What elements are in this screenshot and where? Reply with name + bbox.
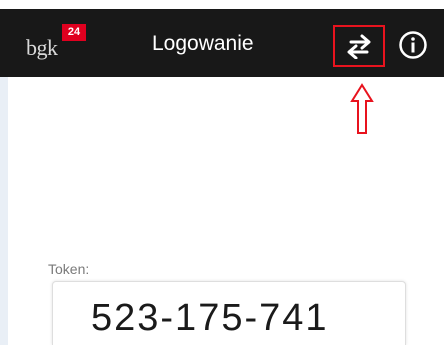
- swap-arrows-icon[interactable]: [343, 33, 375, 59]
- info-icon[interactable]: [398, 30, 428, 60]
- token-display: 523-175-741: [52, 281, 406, 345]
- page-title: Logowanie: [152, 32, 254, 55]
- bgk24-logo: bgk 24: [26, 24, 86, 66]
- token-value: 523-175-741: [91, 297, 329, 339]
- token-label: Token:: [48, 261, 90, 277]
- login-screen: bgk 24 Logowanie Token: 523-175-741: [0, 0, 444, 345]
- switch-button-highlight-box: [333, 25, 385, 67]
- logo-text: bgk: [26, 35, 58, 60]
- logo-badge: 24: [62, 24, 86, 41]
- up-arrow-icon: [350, 83, 374, 134]
- left-edge-strip: [0, 77, 8, 345]
